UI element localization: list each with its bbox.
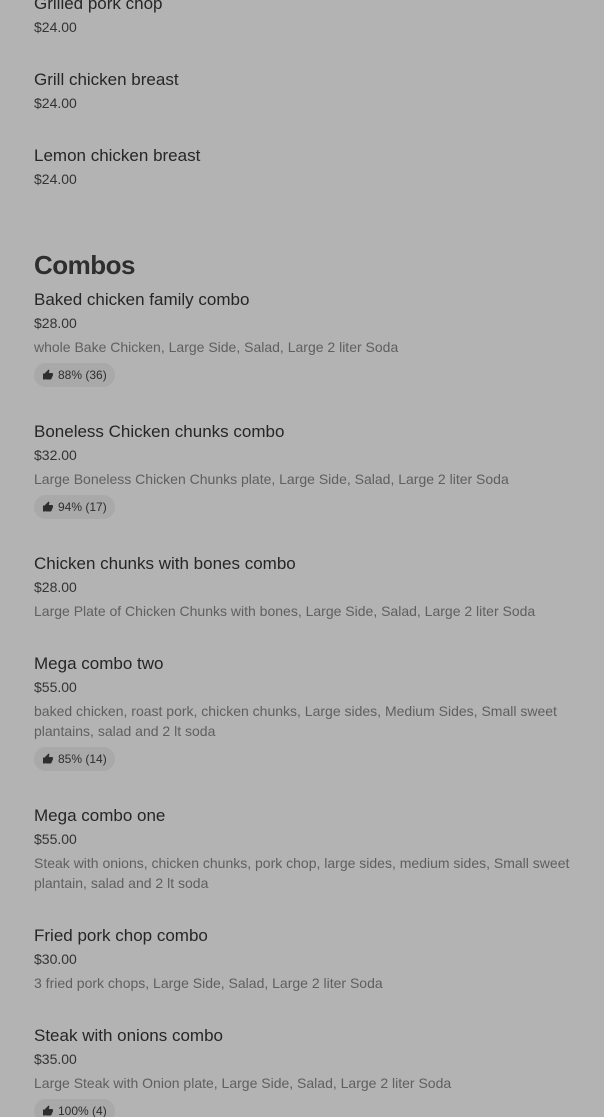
thumbs-up-icon [43, 501, 53, 512]
item-price: $24.00 [34, 19, 77, 35]
item-description: Large Steak with Onion plate, Large Side… [34, 1075, 452, 1091]
item-name: Boneless Chicken chunks combo [34, 422, 285, 441]
menu-item-steak-with-onions-combo[interactable]: Steak with onions combo $35.00 Large Ste… [34, 1024, 580, 1117]
item-name: Baked chicken family combo [34, 290, 250, 309]
rating-text: 100% (4) [58, 1104, 107, 1117]
item-price: $32.00 [34, 447, 77, 463]
item-name: Grilled pork chop [34, 0, 163, 13]
item-description: baked chicken, roast pork, chicken chunk… [34, 703, 557, 739]
item-description: Large Boneless Chicken Chunks plate, Lar… [34, 471, 509, 487]
menu-page: Grilled pork chop $24.00 Grill chicken b… [0, 0, 604, 1117]
menu-item-boneless-chicken-chunks-combo[interactable]: Boneless Chicken chunks combo $32.00 Lar… [34, 420, 580, 552]
item-price: $28.00 [34, 579, 77, 595]
menu-item-chicken-chunks-with-bones-combo[interactable]: Chicken chunks with bones combo $28.00 L… [34, 552, 580, 652]
thumbs-up-icon [43, 753, 53, 764]
item-price: $24.00 [34, 95, 77, 111]
item-description: whole Bake Chicken, Large Side, Salad, L… [34, 339, 399, 355]
item-name: Lemon chicken breast [34, 146, 201, 165]
thumbs-up-icon [43, 369, 53, 380]
item-name: Fried pork chop combo [34, 926, 208, 945]
item-description: Steak with onions, chicken chunks, pork … [34, 855, 570, 891]
rating-badge: 88% (36) [34, 363, 115, 387]
menu-item-lemon-chicken-breast[interactable]: Lemon chicken breast $24.00 [34, 144, 580, 240]
item-price: $24.00 [34, 171, 77, 187]
item-name: Mega combo two [34, 654, 164, 673]
item-name: Steak with onions combo [34, 1026, 223, 1045]
thumbs-up-icon [43, 1105, 53, 1116]
menu-item-baked-chicken-family-combo[interactable]: Baked chicken family combo $28.00 whole … [34, 288, 580, 420]
rating-badge: 85% (14) [34, 747, 115, 771]
rating-text: 88% (36) [58, 368, 107, 382]
item-price: $30.00 [34, 951, 77, 967]
menu-item-mega-combo-one[interactable]: Mega combo one $55.00 Steak with onions,… [34, 804, 580, 924]
item-price: $55.00 [34, 679, 77, 695]
menu-item-grilled-pork-chop[interactable]: Grilled pork chop $24.00 [34, 0, 580, 68]
menu-content: Grilled pork chop $24.00 Grill chicken b… [34, 0, 580, 1117]
item-description: 3 fried pork chops, Large Side, Salad, L… [34, 975, 383, 991]
item-name: Grill chicken breast [34, 70, 179, 89]
menu-item-mega-combo-two[interactable]: Mega combo two $55.00 baked chicken, roa… [34, 652, 580, 804]
item-price: $35.00 [34, 1051, 77, 1067]
menu-item-grill-chicken-breast[interactable]: Grill chicken breast $24.00 [34, 68, 580, 144]
rating-text: 85% (14) [58, 752, 107, 766]
rating-badge: 94% (17) [34, 495, 115, 519]
rating-text: 94% (17) [58, 500, 107, 514]
item-name: Mega combo one [34, 806, 166, 825]
rating-badge: 100% (4) [34, 1099, 115, 1117]
menu-item-fried-pork-chop-combo[interactable]: Fried pork chop combo $30.00 3 fried por… [34, 924, 580, 1024]
section-title-combos: Combos [34, 250, 136, 280]
item-price: $28.00 [34, 315, 77, 331]
item-description: Large Plate of Chicken Chunks with bones… [34, 603, 536, 619]
item-name: Chicken chunks with bones combo [34, 554, 296, 573]
item-price: $55.00 [34, 831, 77, 847]
